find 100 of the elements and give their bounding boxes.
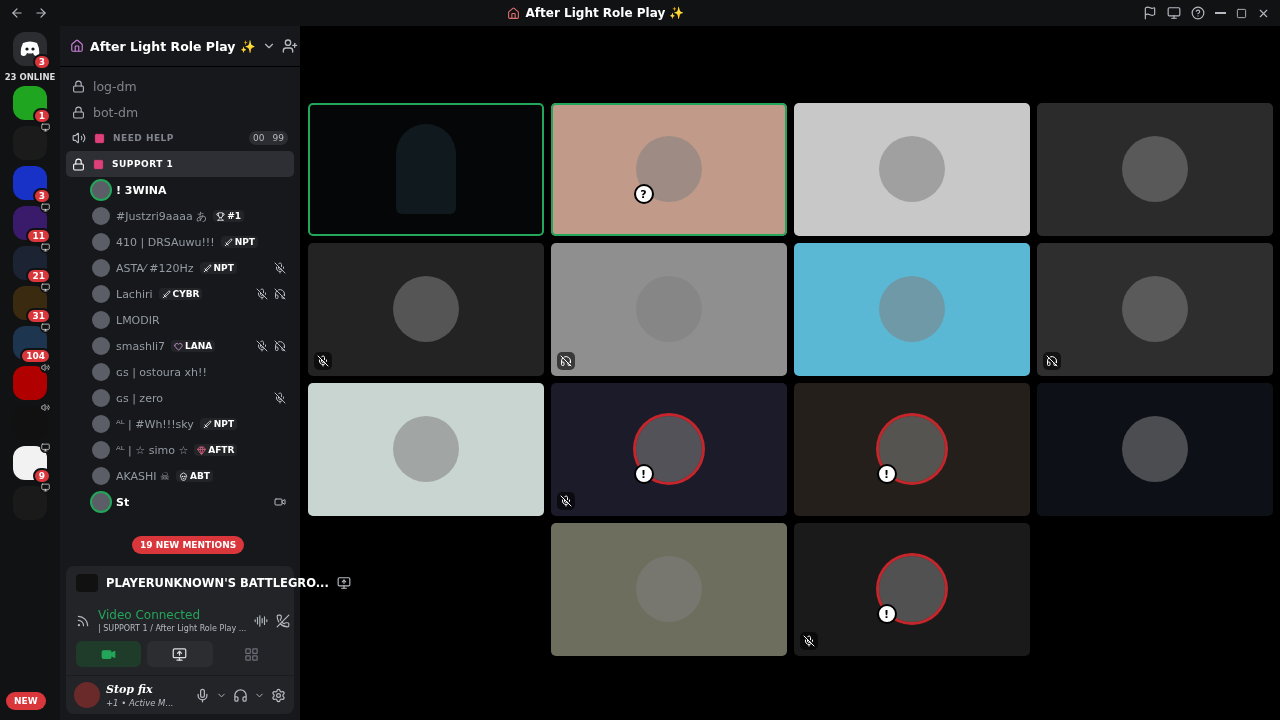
screen-icon: [40, 442, 51, 453]
server-icon[interactable]: 9: [13, 446, 47, 480]
status-badge: !: [876, 604, 897, 624]
connection-status[interactable]: Video Connected: [98, 608, 247, 622]
server-icon[interactable]: 1: [13, 86, 47, 120]
flag-button[interactable]: [1143, 6, 1157, 20]
screen-icon: [40, 322, 51, 333]
skull-icon: [178, 471, 188, 481]
member-name[interactable]: ᴬᴸ | ☆ simo ☆: [116, 443, 189, 457]
screen-button[interactable]: [1167, 6, 1181, 20]
voice-channel-path[interactable]: | SUPPORT 1 / After Light Role Play ...: [98, 624, 247, 633]
member-name[interactable]: ᴬᴸ | #Wh!!!sky: [116, 417, 194, 431]
signal-icon: [76, 613, 90, 628]
tag-text: AFTR: [208, 445, 235, 455]
tag-text: ABT: [189, 471, 210, 481]
tag-text: CYBR: [172, 289, 200, 299]
member-name[interactable]: ! 3WINA: [116, 183, 167, 197]
screen-icon: [40, 122, 51, 133]
member-name[interactable]: Lachiri: [116, 287, 153, 301]
settings-button[interactable]: [271, 687, 286, 703]
tag-text: LANA: [185, 341, 213, 351]
tag-text: NPT: [213, 419, 235, 429]
lock-icon: [72, 157, 85, 171]
heart-icon: [174, 341, 183, 351]
screen-icon: [40, 282, 51, 293]
screen-icon: [40, 202, 51, 213]
game-name: PLAYERUNKNOWN'S BATTLEGRO...: [106, 576, 329, 590]
participant-tile[interactable]: !: [793, 382, 1030, 516]
online-count: 23 ONLINE: [4, 72, 56, 82]
member-name[interactable]: ɢꜱ | ostoura xh!!: [116, 365, 207, 379]
lock-icon: [72, 79, 85, 93]
status-badge: ?: [633, 184, 654, 204]
member-name[interactable]: ASTA⁄ #120Hz: [116, 261, 194, 275]
member-name[interactable]: #Justzri9aaaa あ: [116, 208, 208, 224]
member-name[interactable]: St: [116, 495, 130, 509]
unread-badge: 1: [32, 108, 51, 124]
microphone-button[interactable]: [195, 687, 210, 703]
user-status: +1 • Active M...: [106, 697, 175, 708]
grid-icon: [243, 646, 259, 662]
server-icon[interactable]: 3: [13, 166, 47, 200]
unread-badge: 3: [32, 188, 51, 204]
screen-icon: [40, 242, 51, 253]
maximize-button[interactable]: [1236, 7, 1247, 19]
participant-tile[interactable]: [307, 102, 544, 236]
unread-badge: 21: [26, 268, 51, 284]
trophy-icon: [216, 211, 226, 221]
tag-text: #1: [227, 211, 242, 221]
status-badge: !: [633, 464, 654, 484]
member-name[interactable]: LMODIR: [116, 313, 160, 327]
participant-tile[interactable]: [1036, 382, 1273, 516]
member-name[interactable]: AKASHI ☠: [116, 469, 170, 483]
add-user-icon[interactable]: [281, 38, 298, 54]
disconnect-icon[interactable]: [276, 613, 291, 628]
channel-item[interactable]: SUPPORT 1: [66, 151, 294, 177]
unread-badge: 3: [32, 54, 51, 70]
user-limit-counter: 00 99: [249, 131, 288, 145]
channel-item[interactable]: bot-dm: [66, 99, 294, 125]
logo-icon: [19, 41, 41, 57]
sword-icon: [223, 237, 233, 247]
participant-tile[interactable]: [1036, 102, 1273, 236]
member-name[interactable]: smashli7: [116, 339, 165, 353]
camera-button[interactable]: [76, 641, 142, 667]
member-name[interactable]: ɢꜱ | zero: [116, 391, 163, 405]
user-name: Stop fix: [106, 682, 154, 696]
participant-tile[interactable]: [307, 382, 544, 516]
sound-icon[interactable]: [254, 613, 269, 628]
screen-share-icon: [172, 646, 188, 662]
participant-tile[interactable]: !: [550, 382, 787, 516]
unread-badge: 9: [32, 468, 51, 484]
channel-item[interactable]: log-dm: [66, 73, 294, 99]
speaker-icon: [40, 402, 51, 413]
forward-button[interactable]: [34, 6, 48, 20]
tag-text: NPT: [234, 237, 255, 247]
server-name[interactable]: After Light Role Play ✨: [90, 38, 256, 54]
channel-item[interactable]: NEED HELP 00 99: [66, 125, 294, 151]
participant-tile[interactable]: [1036, 242, 1273, 376]
participant-tile[interactable]: !: [793, 522, 1030, 656]
emoji-icon: [93, 158, 104, 170]
stream-icon[interactable]: [336, 576, 351, 590]
status-badge: !: [876, 464, 897, 484]
minimize-icon: [1215, 12, 1226, 14]
participant-tile[interactable]: [550, 522, 787, 656]
lock-icon: [72, 105, 85, 119]
unread-badge: 11: [26, 228, 51, 244]
participant-tile[interactable]: ?: [550, 102, 787, 236]
speaker-icon: [40, 362, 51, 373]
screen-icon: [40, 482, 51, 493]
new-pill[interactable]: NEW: [6, 692, 46, 710]
share-screen-button[interactable]: [147, 641, 213, 667]
participant-tile[interactable]: [793, 242, 1030, 376]
mentions-pill[interactable]: 19 NEW MENTIONS: [132, 536, 245, 554]
participant-tile[interactable]: [550, 242, 787, 376]
member-name[interactable]: 410 | DRSAuwu!!!: [116, 235, 215, 249]
participant-tile[interactable]: [307, 242, 544, 376]
participant-tile[interactable]: [793, 102, 1030, 236]
back-button[interactable]: [10, 6, 24, 20]
speaker-icon: [72, 131, 86, 145]
headphones-button[interactable]: [233, 687, 248, 703]
help-button[interactable]: [1191, 6, 1205, 20]
tag-text: NPT: [213, 263, 234, 273]
